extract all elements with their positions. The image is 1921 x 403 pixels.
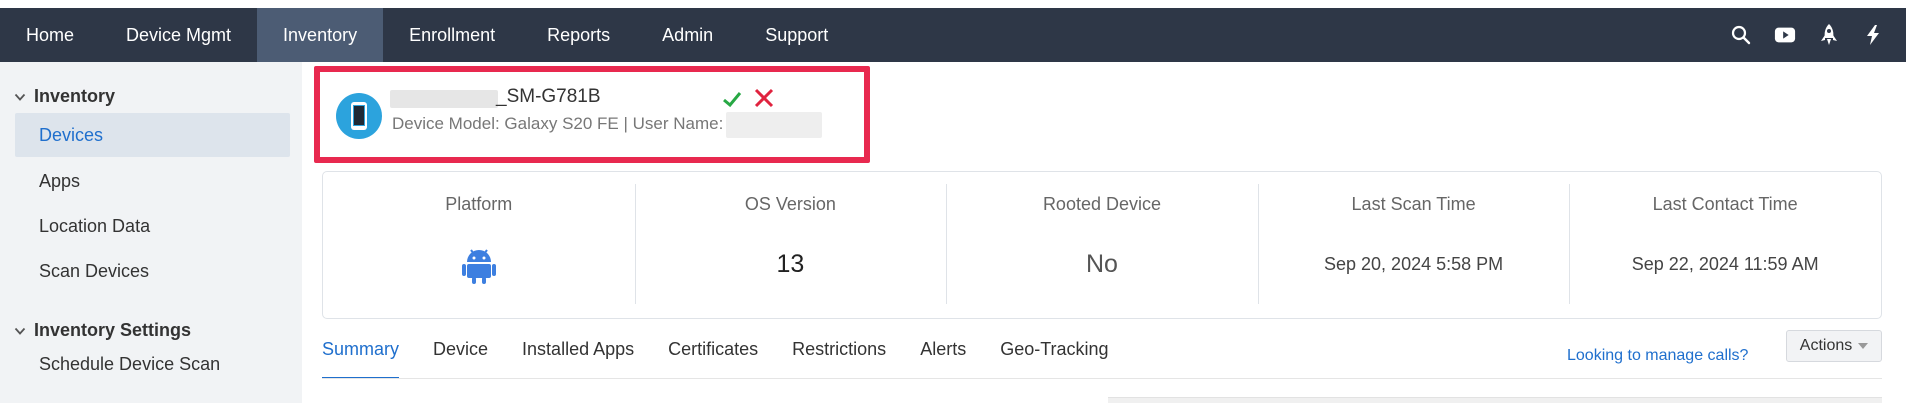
check-icon bbox=[723, 92, 742, 108]
lightning-icon[interactable] bbox=[1862, 24, 1884, 46]
content-panel-edge bbox=[1108, 397, 1882, 403]
video-icon[interactable] bbox=[1774, 24, 1796, 46]
sidebar-item-schedule-device-scan[interactable]: Schedule Device Scan bbox=[15, 342, 290, 386]
nav-tab-home[interactable]: Home bbox=[0, 8, 100, 62]
stat-value: 13 bbox=[776, 250, 805, 278]
rocket-icon[interactable] bbox=[1818, 24, 1840, 46]
tabs-divider bbox=[322, 378, 1882, 379]
sidebar-item-location-data[interactable]: Location Data bbox=[15, 204, 290, 248]
device-stats-card: Platform OS Version 13 Rooted Device No … bbox=[322, 171, 1882, 319]
stat-label: Last Scan Time bbox=[1351, 194, 1476, 214]
stat-platform: Platform bbox=[323, 172, 635, 318]
actions-dropdown-button[interactable]: Actions bbox=[1786, 330, 1882, 362]
device-meta: Device Model: Galaxy S20 FE | User Name: bbox=[392, 114, 724, 133]
tab-geo-tracking[interactable]: Geo-Tracking bbox=[1000, 335, 1108, 379]
stat-rooted-device: Rooted Device No bbox=[946, 172, 1258, 318]
actions-label: Actions bbox=[1799, 337, 1853, 354]
stat-value: Sep 22, 2024 11:59 AM bbox=[1631, 254, 1819, 274]
chevron-down-icon bbox=[14, 93, 26, 101]
stat-os-version: OS Version 13 bbox=[634, 172, 947, 318]
tab-installed-apps[interactable]: Installed Apps bbox=[522, 335, 634, 379]
sidebar-section-inventory-settings[interactable]: Inventory Settings bbox=[14, 320, 191, 341]
caret-down-icon bbox=[1858, 343, 1869, 349]
redacted-device-name bbox=[390, 90, 498, 108]
device-detail-tabs: Summary Device Installed Apps Certificat… bbox=[322, 335, 1143, 379]
nav-tab-inventory[interactable]: Inventory bbox=[257, 8, 384, 62]
device-header: _SM-G781B Device Model: Galaxy S20 FE | … bbox=[314, 66, 870, 163]
stat-last-contact-time: Last Contact Time Sep 22, 2024 11:59 AM bbox=[1569, 172, 1881, 318]
tab-device[interactable]: Device bbox=[433, 335, 488, 379]
nav-right-icons bbox=[1730, 8, 1884, 62]
sidebar-section-title: Inventory Settings bbox=[34, 320, 192, 340]
device-avatar bbox=[336, 93, 382, 139]
stat-value: No bbox=[1086, 250, 1118, 278]
manage-calls-link[interactable]: Looking to manage calls? bbox=[1567, 347, 1748, 365]
phone-icon bbox=[351, 102, 367, 130]
top-navigation-bar: Home Device Mgmt Inventory Enrollment Re… bbox=[0, 8, 1906, 62]
tab-summary[interactable]: Summary bbox=[322, 335, 400, 379]
nav-tab-enrollment[interactable]: Enrollment bbox=[383, 8, 521, 62]
search-icon[interactable] bbox=[1730, 24, 1752, 46]
stat-last-scan-time: Last Scan Time Sep 20, 2024 5:58 PM bbox=[1257, 172, 1570, 318]
stat-label: Platform bbox=[445, 194, 513, 214]
cross-icon bbox=[754, 88, 774, 108]
tab-alerts[interactable]: Alerts bbox=[920, 335, 966, 379]
nav-tab-reports[interactable]: Reports bbox=[521, 8, 636, 62]
redacted-user-name bbox=[726, 112, 822, 138]
sidebar-item-apps[interactable]: Apps bbox=[15, 159, 290, 203]
stat-value: Sep 20, 2024 5:58 PM bbox=[1324, 254, 1504, 274]
stat-label: OS Version bbox=[744, 194, 836, 214]
tab-certificates[interactable]: Certificates bbox=[668, 335, 758, 379]
sidebar-item-scan-devices[interactable]: Scan Devices bbox=[15, 249, 290, 293]
nav-tab-device-mgmt[interactable]: Device Mgmt bbox=[100, 8, 257, 62]
android-icon bbox=[461, 249, 496, 284]
window-edge bbox=[1906, 0, 1921, 403]
chevron-down-icon bbox=[14, 327, 26, 335]
nav-tab-support[interactable]: Support bbox=[739, 8, 854, 62]
stat-label: Last Contact Time bbox=[1652, 194, 1798, 214]
device-name: _SM-G781B bbox=[496, 86, 601, 107]
sidebar: Inventory Devices Apps Location Data Sca… bbox=[0, 62, 302, 403]
sidebar-section-title: Inventory bbox=[34, 86, 116, 106]
sidebar-section-inventory[interactable]: Inventory bbox=[14, 86, 115, 107]
nav-tab-admin[interactable]: Admin bbox=[636, 8, 739, 62]
sidebar-item-devices[interactable]: Devices bbox=[15, 113, 290, 157]
tab-restrictions[interactable]: Restrictions bbox=[792, 335, 886, 379]
stat-label: Rooted Device bbox=[1042, 194, 1162, 214]
